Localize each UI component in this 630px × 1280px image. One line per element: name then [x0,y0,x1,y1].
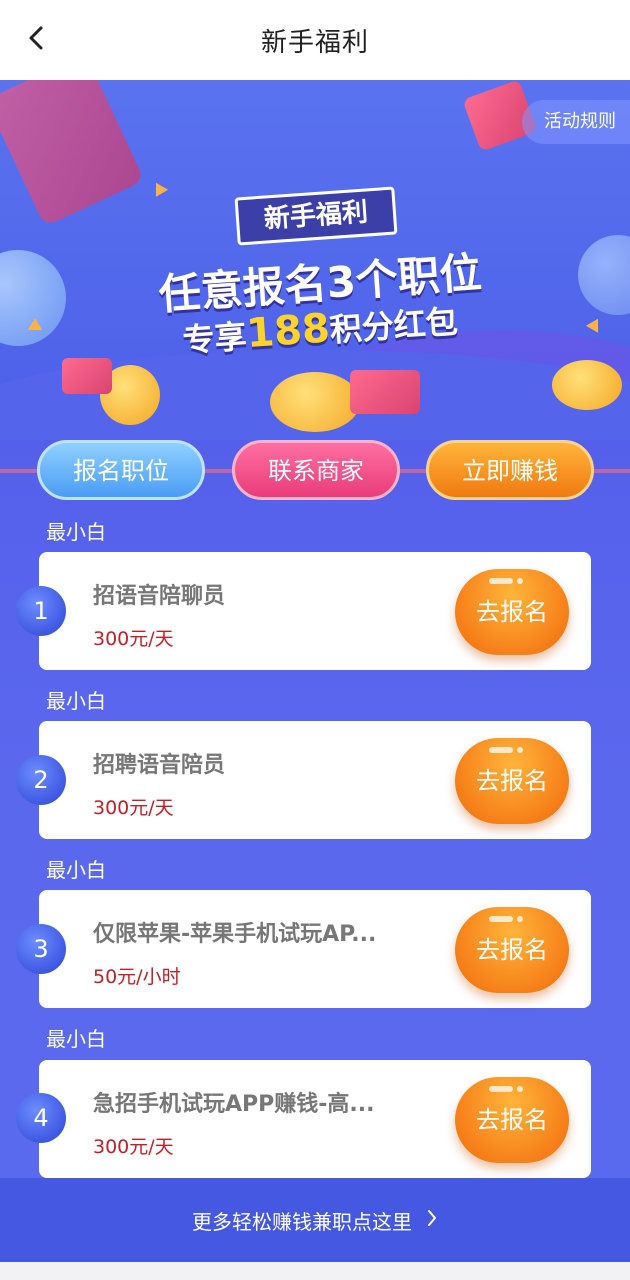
job-pay: 50元/小时 [93,966,181,988]
main-content: 活动规则 新手福利 任意报名3个职位 专享188积分红包 报名职位 联系商家 立… [0,80,630,1262]
apply-button[interactable]: 去报名 [455,569,569,655]
triangle-decoration [28,318,42,330]
page-title: 新手福利 [260,27,369,58]
subheadline-prefix: 专享 [181,317,248,360]
job-title: 招语音陪聊员 [93,584,226,609]
step-earn-now[interactable]: 立即赚钱 [426,440,594,500]
subheadline-suffix: 积分红包 [328,302,459,350]
job-pay: 300元/天 [93,628,174,650]
job-title: 招聘语音陪员 [93,753,226,778]
job-card[interactable]: 仅限苹果-苹果手机试玩AP... 50元/小时 去报名 [39,890,591,1008]
triangle-decoration [149,179,169,197]
promo-banner: 活动规则 新手福利 任意报名3个职位 专享188积分红包 [0,80,630,440]
job-pay: 300元/天 [93,797,174,819]
job-category-label: 最小白 [46,1027,106,1051]
apply-button[interactable]: 去报名 [455,738,569,824]
job-category-label: 最小白 [46,858,106,882]
bubble-decoration [578,235,630,315]
top-bar: 新手福利 [0,0,630,80]
red-envelope-decoration [62,358,112,394]
red-envelope-decoration [0,80,145,227]
apply-button[interactable]: 去报名 [455,1077,569,1163]
job-number-badge: 1 [16,586,66,636]
steps-row: 报名职位 联系商家 立即赚钱 [0,440,630,500]
step-contact-merchant[interactable]: 联系商家 [232,440,400,500]
job-card[interactable]: 招聘语音陪员 300元/天 去报名 [39,721,591,839]
job-number-badge: 2 [16,755,66,805]
coin-decoration [552,360,622,410]
promo-badge: 新手福利 [234,186,398,246]
job-number-badge: 4 [16,1093,66,1143]
job-title: 仅限苹果-苹果手机试玩AP... [93,922,377,947]
subheadline-number: 188 [244,305,332,358]
bubble-decoration [0,250,66,346]
job-category-label: 最小白 [46,689,106,713]
back-button[interactable] [18,22,54,58]
triangle-decoration [585,315,605,333]
step-apply-position[interactable]: 报名职位 [37,440,205,500]
job-title: 急招手机试玩APP赚钱-高... [93,1092,375,1117]
red-envelope-decoration [350,370,420,414]
apply-button[interactable]: 去报名 [455,907,569,993]
job-number-badge: 3 [16,924,66,974]
job-card[interactable]: 招语音陪聊员 300元/天 去报名 [39,552,591,670]
chevron-left-icon [27,25,45,55]
coin-decoration [270,372,360,432]
more-jobs-link[interactable]: 更多轻松赚钱兼职点这里 [0,1178,630,1262]
job-pay: 300元/天 [93,1136,174,1158]
job-category-label: 最小白 [46,520,106,544]
job-card[interactable]: 急招手机试玩APP赚钱-高... 300元/天 去报名 [39,1060,591,1178]
activity-rules-button[interactable]: 活动规则 [522,100,630,144]
chevron-right-icon [426,1206,438,1234]
more-jobs-label: 更多轻松赚钱兼职点这里 [192,1209,412,1234]
